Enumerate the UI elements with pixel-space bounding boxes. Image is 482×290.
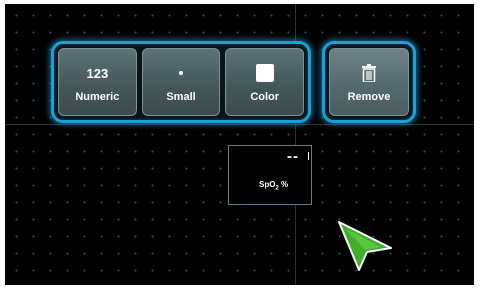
spo2-label-main: SpO: [259, 180, 276, 189]
spo2-label-unit: %: [278, 180, 289, 189]
remove-toolbar: Remove: [322, 41, 416, 123]
dot-icon: [179, 71, 183, 75]
grid-line: [5, 124, 474, 125]
tile-options-toolbar: 123 Numeric Small Color: [51, 41, 311, 123]
white-square-icon: [255, 64, 274, 82]
small-glyph-wrap: [143, 63, 220, 83]
trash-icon: [362, 64, 376, 82]
numeric-glyph: 123: [86, 65, 109, 81]
color-label: Color: [250, 91, 280, 103]
spo2-value: --: [287, 148, 299, 165]
small-label: Small: [166, 91, 196, 103]
color-button[interactable]: Color: [225, 48, 305, 116]
spo2-parameter-tile[interactable]: -- SpO2 %: [228, 145, 312, 205]
small-button[interactable]: Small: [141, 48, 221, 116]
numeric-button[interactable]: 123 Numeric: [58, 48, 137, 116]
cursor-arrow-icon: [338, 221, 392, 271]
value-tick: [308, 152, 309, 160]
monitor-screen: 123 Numeric Small Color Remove -- SpO2 %: [5, 4, 474, 285]
spo2-label: SpO2 %: [259, 180, 288, 192]
color-glyph-wrap: [226, 63, 303, 83]
numeric-label: Numeric: [75, 91, 120, 103]
remove-label: Remove: [347, 91, 391, 103]
remove-glyph-wrap: [330, 63, 408, 83]
remove-button[interactable]: Remove: [329, 48, 409, 116]
